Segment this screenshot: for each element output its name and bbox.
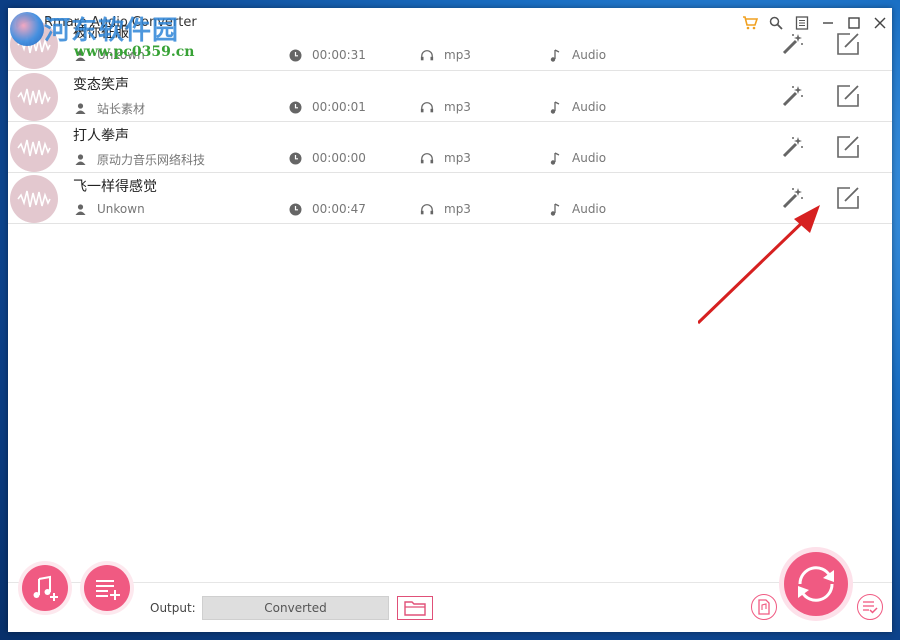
format-label: mp3 — [444, 151, 471, 165]
open-folder-button[interactable] — [397, 596, 433, 620]
headphones-icon — [420, 202, 434, 216]
track-artist: Unkown — [73, 48, 145, 62]
artist-label: Unkown — [97, 48, 145, 62]
person-icon — [73, 102, 87, 116]
music-note-icon — [548, 48, 562, 62]
duration-label: 00:00:31 — [312, 48, 366, 62]
track-duration: 00:00:31 — [288, 48, 366, 62]
format-label: mp3 — [444, 202, 471, 216]
format-label: mp3 — [444, 48, 471, 62]
add-music-button[interactable] — [22, 565, 68, 611]
track-artist: 站长素材 — [73, 100, 145, 117]
merge-file-icon — [758, 599, 770, 615]
duration-label: 00:00:00 — [312, 151, 366, 165]
track-list: 被你征服 Unkown 00:00:31 mp3 Audio 变态笑声 站长素材… — [8, 21, 892, 224]
music-note-icon — [548, 202, 562, 216]
clock-icon — [288, 151, 302, 165]
track-format: mp3 — [420, 151, 471, 165]
person-icon — [73, 202, 87, 216]
folder-icon — [404, 601, 426, 616]
track-name: 飞一样得感觉 — [73, 179, 157, 195]
track-row[interactable]: 飞一样得感觉 Unkown 00:00:47 mp3 Audio — [8, 173, 892, 224]
magic-wand-icon — [782, 137, 803, 158]
divider — [8, 582, 892, 583]
edit-button[interactable] — [833, 132, 863, 162]
convert-icon — [798, 566, 834, 602]
track-name: 被你征服 — [73, 25, 129, 41]
conversion-settings-button[interactable] — [857, 594, 883, 620]
type-label: Audio — [572, 202, 607, 216]
output-path-field[interactable]: Converted — [202, 596, 389, 620]
edit-button[interactable] — [833, 29, 863, 59]
convert-button[interactable] — [784, 552, 848, 616]
type-label: Audio — [572, 100, 607, 114]
output-label: Output: — [150, 601, 196, 615]
clock-icon — [288, 48, 302, 62]
edit-icon — [837, 187, 859, 209]
duration-label: 00:00:01 — [312, 100, 366, 114]
clock-icon — [288, 202, 302, 216]
clock-icon — [288, 100, 302, 114]
track-name: 变态笑声 — [73, 77, 129, 93]
track-artist: 原动力音乐网络科技 — [73, 151, 205, 168]
edit-icon — [837, 136, 859, 158]
magic-wand-button[interactable] — [778, 29, 808, 59]
track-row[interactable]: 打人拳声 原动力音乐网络科技 00:00:00 mp3 Audio — [8, 122, 892, 173]
waveform-icon — [10, 124, 58, 172]
track-duration: 00:00:00 — [288, 151, 366, 165]
add-list-icon — [96, 580, 120, 600]
track-type: Audio — [548, 202, 606, 216]
music-note-icon — [548, 151, 562, 165]
waveform-icon — [10, 175, 58, 223]
duration-label: 00:00:47 — [312, 202, 366, 216]
headphones-icon — [420, 48, 434, 62]
track-type: Audio — [548, 48, 606, 62]
track-type: Audio — [548, 100, 606, 114]
track-format: mp3 — [420, 100, 471, 114]
track-row[interactable]: 变态笑声 站长素材 00:00:01 mp3 Audio — [8, 71, 892, 122]
headphones-icon — [420, 100, 434, 114]
music-note-icon — [548, 100, 562, 114]
person-icon — [73, 48, 87, 62]
edit-icon — [837, 33, 859, 55]
artist-label: 原动力音乐网络科技 — [97, 153, 206, 167]
magic-wand-icon — [782, 86, 803, 107]
format-label: mp3 — [444, 100, 471, 114]
waveform-icon — [10, 21, 58, 69]
edit-button[interactable] — [833, 183, 863, 213]
track-name: 打人拳声 — [73, 128, 129, 144]
add-music-icon — [33, 575, 58, 601]
app-window: Rmare Audio Converter 被你征服 Unkown 00:00:… — [8, 8, 892, 632]
type-label: Audio — [572, 48, 607, 62]
track-duration: 00:00:47 — [288, 202, 366, 216]
headphones-icon — [420, 151, 434, 165]
magic-wand-icon — [782, 34, 803, 55]
add-playlist-button[interactable] — [84, 565, 130, 611]
waveform-icon — [10, 73, 58, 121]
magic-wand-button[interactable] — [778, 81, 808, 111]
track-format: mp3 — [420, 202, 471, 216]
track-format: mp3 — [420, 48, 471, 62]
person-icon — [73, 153, 87, 167]
merge-button[interactable] — [751, 594, 777, 620]
magic-wand-icon — [782, 188, 803, 209]
edit-icon — [837, 85, 859, 107]
artist-label: 站长素材 — [97, 102, 146, 116]
artist-label: Unkown — [97, 202, 145, 216]
track-duration: 00:00:01 — [288, 100, 366, 114]
bottom-bar: Output: Converted — [8, 552, 892, 632]
type-label: Audio — [572, 151, 607, 165]
list-check-icon — [863, 601, 878, 614]
magic-wand-button[interactable] — [778, 183, 808, 213]
track-type: Audio — [548, 151, 606, 165]
track-row[interactable]: 被你征服 Unkown 00:00:31 mp3 Audio — [8, 19, 892, 71]
track-artist: Unkown — [73, 202, 145, 216]
edit-button[interactable] — [833, 81, 863, 111]
magic-wand-button[interactable] — [778, 132, 808, 162]
